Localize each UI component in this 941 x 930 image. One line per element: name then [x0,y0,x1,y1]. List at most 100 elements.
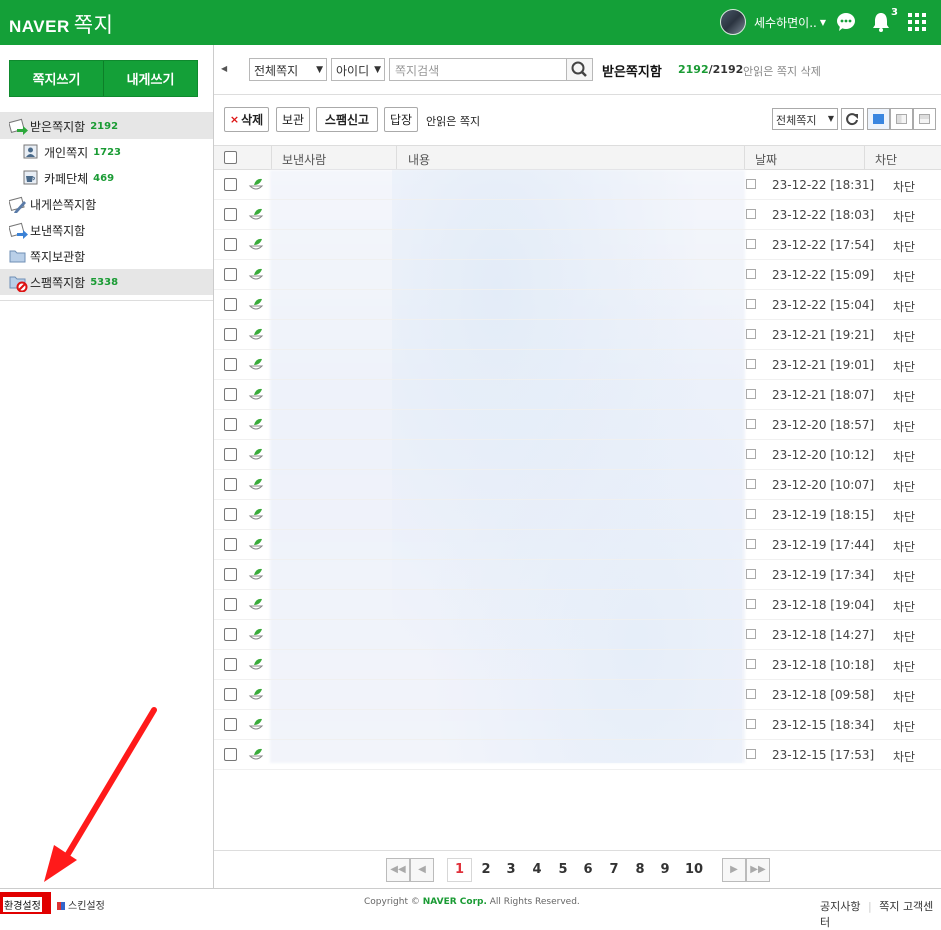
row-checkbox[interactable] [224,208,237,221]
spam-report-button[interactable]: 스팸신고 [316,107,378,132]
table-row[interactable]: 23-12-22 [18:31] 차단 [214,170,941,200]
open-new-window-icon[interactable] [746,179,756,189]
row-checkbox[interactable] [224,388,237,401]
page-5-button[interactable]: 5 [553,862,573,877]
open-new-window-icon[interactable] [746,569,756,579]
page-3-button[interactable]: 3 [501,862,521,877]
table-row[interactable]: 23-12-15 [17:53] 차단 [214,740,941,770]
block-button[interactable]: 차단 [893,538,915,555]
open-new-window-icon[interactable] [746,299,756,309]
list-filter-select[interactable]: 전체쪽지 ▼ [772,108,838,130]
open-new-window-icon[interactable] [746,689,756,699]
apps-grid-icon[interactable] [908,13,926,34]
table-row[interactable]: 23-12-18 [19:04] 차단 [214,590,941,620]
keep-button[interactable]: 보관 [276,107,310,132]
last-page-button[interactable]: ▶▶ [746,858,770,882]
open-new-window-icon[interactable] [746,629,756,639]
row-checkbox[interactable] [224,508,237,521]
page-7-button[interactable]: 7 [604,862,624,877]
row-checkbox[interactable] [224,178,237,191]
search-button[interactable] [566,58,593,81]
table-row[interactable]: 23-12-20 [18:57] 차단 [214,410,941,440]
row-checkbox[interactable] [224,538,237,551]
prev-page-button[interactable]: ◀ [410,858,434,882]
open-new-window-icon[interactable] [746,539,756,549]
row-checkbox[interactable] [224,328,237,341]
first-page-button[interactable]: ◀◀ [386,858,410,882]
open-new-window-icon[interactable] [746,719,756,729]
row-checkbox[interactable] [224,238,237,251]
table-row[interactable]: 23-12-20 [10:07] 차단 [214,470,941,500]
open-new-window-icon[interactable] [746,239,756,249]
collapse-sidebar-icon[interactable]: ◀ [221,64,227,73]
bell-icon[interactable]: 3 [872,7,898,35]
table-row[interactable]: 23-12-15 [18:34] 차단 [214,710,941,740]
table-row[interactable]: 23-12-19 [17:44] 차단 [214,530,941,560]
view-list-button[interactable] [867,108,890,130]
open-new-window-icon[interactable] [746,659,756,669]
open-new-window-icon[interactable] [746,209,756,219]
table-row[interactable]: 23-12-22 [15:09] 차단 [214,260,941,290]
refresh-button[interactable] [841,108,864,130]
table-row[interactable]: 23-12-22 [17:54] 차단 [214,230,941,260]
header-date[interactable]: 날짜 [755,151,777,168]
open-new-window-icon[interactable] [746,329,756,339]
row-checkbox[interactable] [224,598,237,611]
block-button[interactable]: 차단 [893,478,915,495]
open-new-window-icon[interactable] [746,449,756,459]
row-checkbox[interactable] [224,448,237,461]
row-checkbox[interactable] [224,748,237,761]
block-button[interactable]: 차단 [893,628,915,645]
block-button[interactable]: 차단 [893,238,915,255]
block-button[interactable]: 차단 [893,598,915,615]
table-row[interactable]: 23-12-22 [15:04] 차단 [214,290,941,320]
user-menu[interactable]: 세수하면이.. ▼ [720,9,826,35]
folder-sent[interactable]: 보낸쪽지함 [0,217,213,243]
row-checkbox[interactable] [224,718,237,731]
table-row[interactable]: 23-12-18 [14:27] 차단 [214,620,941,650]
block-button[interactable]: 차단 [893,178,915,195]
row-checkbox[interactable] [224,268,237,281]
block-button[interactable]: 차단 [893,388,915,405]
table-row[interactable]: 23-12-18 [09:58] 차단 [214,680,941,710]
row-checkbox[interactable] [224,418,237,431]
row-checkbox[interactable] [224,478,237,491]
folder-cafe[interactable]: 카페단체 469 [0,165,213,191]
row-checkbox[interactable] [224,358,237,371]
write-to-self-button[interactable]: 내게쓰기 [103,61,197,96]
table-row[interactable]: 23-12-20 [10:12] 차단 [214,440,941,470]
page-9-button[interactable]: 9 [655,862,675,877]
search-input[interactable]: 쪽지검색 [389,58,567,81]
folder-spam[interactable]: 스팸쪽지함 5338 [0,269,213,295]
table-row[interactable]: 23-12-21 [19:21] 차단 [214,320,941,350]
unread-filter-link[interactable]: 안읽은 쪽지 [426,113,480,129]
message-filter-select[interactable]: 전체쪽지 ▼ [249,58,327,81]
skin-settings-link[interactable]: 스킨설정 [57,897,105,912]
block-button[interactable]: 차단 [893,568,915,585]
delete-unread-link[interactable]: 안읽은 쪽지 삭제 [743,63,821,79]
page-1-button[interactable]: 1 [447,858,472,882]
open-new-window-icon[interactable] [746,359,756,369]
copyright-corp[interactable]: NAVER Corp. [423,897,487,907]
notice-link[interactable]: 공지사항 [820,900,860,913]
table-row[interactable]: 23-12-21 [19:01] 차단 [214,350,941,380]
settings-link[interactable]: 환경설정 [3,897,42,912]
row-checkbox[interactable] [224,568,237,581]
next-page-button[interactable]: ▶ [722,858,746,882]
block-button[interactable]: 차단 [893,658,915,675]
row-checkbox[interactable] [224,298,237,311]
open-new-window-icon[interactable] [746,389,756,399]
block-button[interactable]: 차단 [893,448,915,465]
block-button[interactable]: 차단 [893,508,915,525]
page-2-button[interactable]: 2 [476,862,496,877]
block-button[interactable]: 차단 [893,718,915,735]
table-row[interactable]: 23-12-19 [18:15] 차단 [214,500,941,530]
row-checkbox[interactable] [224,688,237,701]
row-checkbox[interactable] [224,628,237,641]
folder-self[interactable]: 내게쓴쪽지함 [0,191,213,217]
folder-archive[interactable]: 쪽지보관함 [0,243,213,269]
header-sender[interactable]: 보낸사람 [282,151,326,168]
row-checkbox[interactable] [224,658,237,671]
open-new-window-icon[interactable] [746,599,756,609]
table-row[interactable]: 23-12-21 [18:07] 차단 [214,380,941,410]
